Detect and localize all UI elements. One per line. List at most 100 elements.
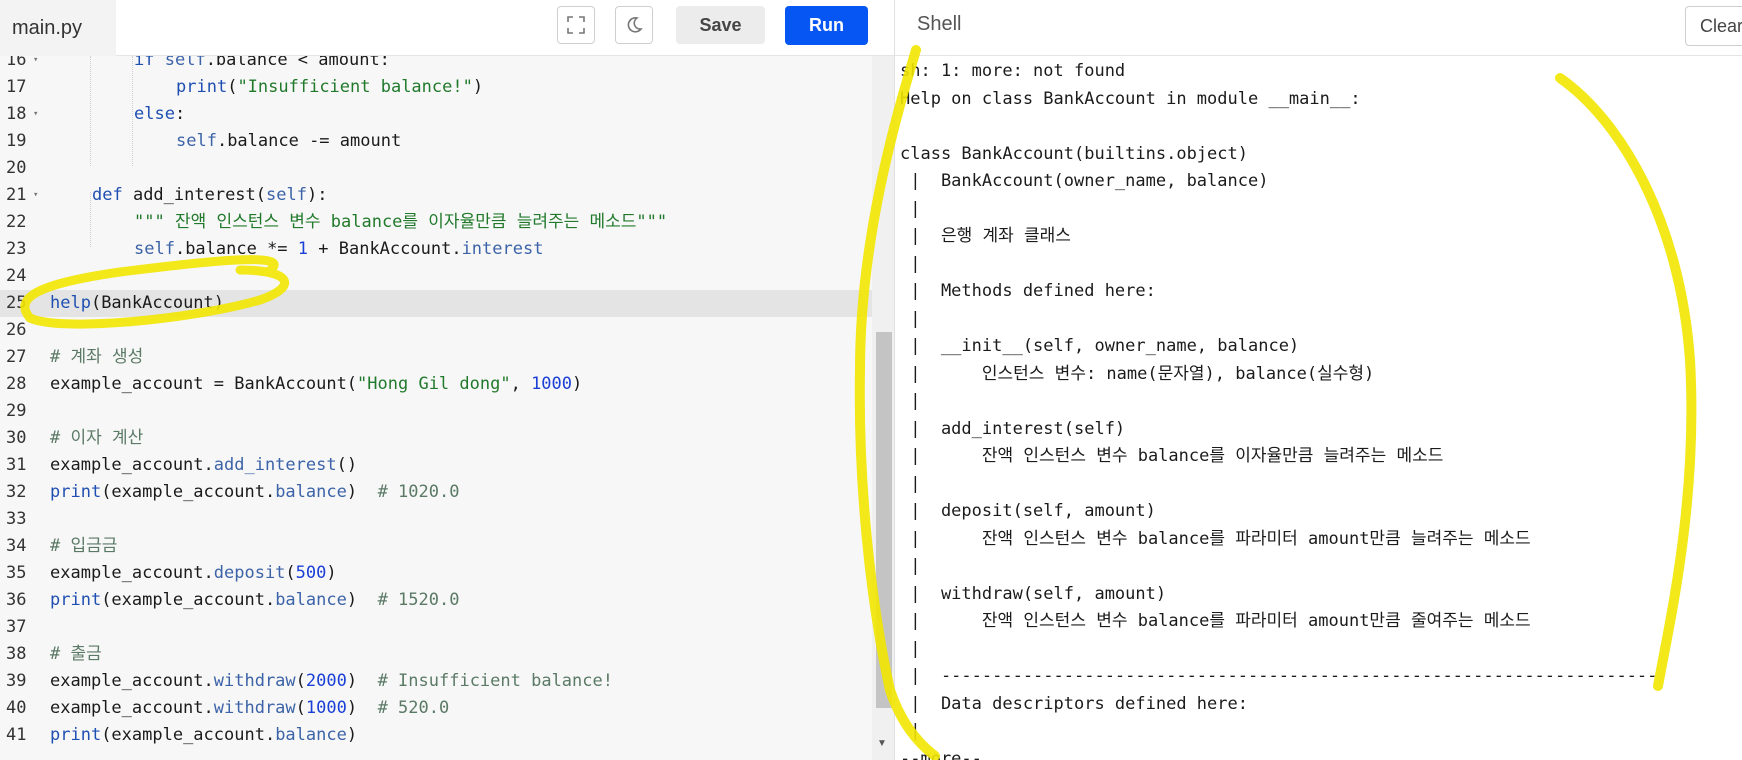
shell-output-line: sh: 1: more: not found [900, 61, 1126, 81]
function-name: help [50, 293, 91, 313]
shell-output-line: | deposit(self, amount) [900, 501, 1156, 521]
line-number: 37 [6, 617, 27, 637]
method-token: withdraw [213, 671, 296, 691]
shell-output-line: | [900, 556, 921, 576]
code-token: () [336, 455, 358, 475]
line-number: 27 [6, 347, 27, 367]
line-number: 26 [6, 320, 27, 340]
attribute-token: balance [275, 725, 347, 745]
code-line[interactable]: 18 ▾ else: [0, 101, 872, 128]
code-line[interactable]: 27 # 계좌 생성 [0, 344, 872, 371]
code-token: (BankAccount) [90, 293, 225, 313]
code-token: .balance -= amount [216, 131, 402, 151]
shell-output-line: --more-- [900, 748, 982, 760]
code-line[interactable]: 28 example_account = BankAccount("Hong G… [0, 371, 872, 398]
code-line[interactable]: 34 # 입금금 [0, 533, 872, 560]
docstring: """ 잔액 인스턴스 변수 balance를 이자율만큼 늘려주는 메소드""… [134, 212, 668, 232]
code-line[interactable]: 35 example_account.deposit(500) [0, 560, 872, 587]
scroll-down-arrow-icon[interactable]: ▼ [877, 738, 887, 749]
code-text: self.balance *= 1 + BankAccount.interest [134, 236, 543, 263]
code-line[interactable]: 26 [0, 317, 872, 344]
code-token: (example_account. [101, 725, 276, 745]
code-line[interactable]: 36 print(example_account.balance) # 1520… [0, 587, 872, 614]
code-text: help(BankAccount) [50, 290, 224, 317]
code-line[interactable]: 30 # 이자 계산 [0, 425, 872, 452]
code-text: example_account.deposit(500) [50, 560, 337, 587]
moon-icon [627, 17, 643, 33]
shell-output-line: Help on class BankAccount in module __ma… [900, 88, 1361, 109]
code-text: print(example_account.balance) [50, 722, 357, 749]
self-token: self [134, 239, 175, 259]
line-number: 39 [6, 671, 27, 691]
code-line[interactable]: 32 print(example_account.balance) # 1020… [0, 479, 872, 506]
code-token: example_account. [50, 455, 214, 475]
code-line[interactable]: 31 example_account.add_interest() [0, 452, 872, 479]
code-line[interactable]: 19 self.balance -= amount [0, 128, 872, 155]
code-token: ) [346, 671, 358, 691]
fold-arrow-icon[interactable]: ▾ [33, 182, 38, 209]
shell-output-line: | [900, 253, 921, 274]
line-number: 24 [6, 266, 27, 286]
code-text: self.balance -= amount [176, 128, 401, 155]
code-line[interactable]: 17 print("Insufficient balance!") [0, 74, 872, 101]
code-token: ) [346, 590, 358, 610]
method-token: withdraw [213, 698, 296, 718]
fullscreen-button[interactable] [557, 6, 595, 44]
code-line[interactable]: 23 self.balance *= 1 + BankAccount.inter… [0, 236, 872, 263]
code-line[interactable]: 33 [0, 506, 872, 533]
clear-button[interactable]: Clear [1685, 6, 1742, 46]
code-token: : [174, 104, 186, 124]
code-line[interactable]: 29 [0, 398, 872, 425]
code-line[interactable]: 38 # 출금 [0, 641, 872, 668]
shell-output-line: | BankAccount(owner_name, balance) [900, 171, 1269, 191]
shell-output[interactable]: sh: 1: more: not found Help on class Bank… [894, 56, 1742, 760]
editor-scrollbar-thumb[interactable] [876, 332, 892, 708]
code-line[interactable]: 41 print(example_account.balance) [0, 722, 872, 749]
shell-output-line: | 인스턴스 변수: name(문자열), balance(실수형) [900, 363, 1375, 384]
code-line[interactable]: 40 example_account.withdraw(1000) # 520.… [0, 695, 872, 722]
attribute-token: balance [275, 482, 347, 502]
dark-mode-button[interactable] [615, 6, 653, 44]
code-line[interactable]: 37 [0, 614, 872, 641]
comment: # 입금금 [50, 536, 118, 556]
string-literal: "Hong Gil dong" [357, 374, 511, 394]
file-tab-label: main.py [12, 16, 83, 39]
fold-arrow-icon[interactable]: ▾ [33, 56, 38, 74]
keyword: if [134, 56, 155, 70]
comment: # 1520.0 [357, 590, 460, 610]
editor-toolbar: Save Run [116, 0, 894, 56]
code-token: ( [285, 563, 296, 583]
code-line-active[interactable]: 25 help(BankAccount) [0, 290, 872, 317]
number-literal: 1000 [531, 374, 573, 394]
line-number: 33 [6, 509, 27, 529]
line-number: 19 [6, 131, 27, 151]
code-text: example_account.withdraw(1000) # 520.0 [50, 695, 449, 722]
code-text: def add_interest(self): [92, 182, 327, 209]
code-line[interactable]: 20 [0, 155, 872, 182]
file-tab-main-py[interactable]: main.py [0, 0, 116, 56]
code-line[interactable]: 24 [0, 263, 872, 290]
code-line[interactable]: 39 example_account.withdraw(2000) # Insu… [0, 668, 872, 695]
attribute-token: interest [461, 239, 544, 259]
shell-output-line: | [900, 638, 921, 659]
code-token: (example_account. [101, 482, 276, 502]
code-line[interactable]: 21 ▾ def add_interest(self): [0, 182, 872, 209]
code-line[interactable]: 16 ▾ if self.balance < amount: [0, 56, 872, 74]
comment: # 계좌 생성 [50, 347, 144, 367]
code-line[interactable]: 22 """ 잔액 인스턴스 변수 balance를 이자율만큼 늘려주는 메소… [0, 209, 872, 236]
code-token: ) [346, 725, 358, 745]
code-token: add_interest( [122, 185, 267, 205]
code-text: if self.balance < amount: [134, 56, 390, 74]
code-text: print("Insufficient balance!") [176, 74, 483, 101]
shell-output-line: | [900, 198, 921, 219]
code-token: .balance < amount: [205, 56, 390, 70]
number-literal: 500 [295, 563, 327, 583]
code-editor[interactable]: 16 ▾ if self.balance < amount: 17 print(… [0, 56, 872, 760]
fold-arrow-icon[interactable]: ▾ [33, 101, 38, 128]
run-button[interactable]: Run [785, 6, 868, 45]
save-button[interactable]: Save [676, 6, 765, 44]
code-token: example_account = BankAccount( [50, 374, 358, 394]
code-token: ) [346, 482, 358, 502]
code-token: example_account. [50, 671, 214, 691]
shell-output-line: | [900, 473, 921, 494]
